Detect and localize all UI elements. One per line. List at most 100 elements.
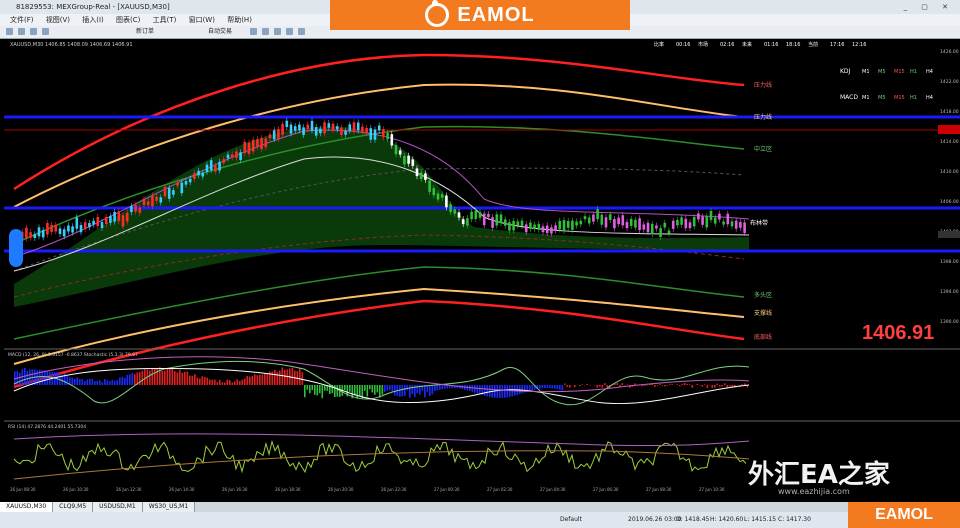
- candle-body: [205, 164, 209, 172]
- macd-bar: [264, 374, 266, 385]
- candle-body: [100, 222, 104, 229]
- zoom-out-icon[interactable]: [298, 28, 305, 35]
- macd-bar: [166, 368, 169, 385]
- autotrading-button[interactable]: 自动交易: [208, 27, 232, 36]
- legend-col: M1: [862, 95, 870, 101]
- line-chart-icon[interactable]: [274, 28, 281, 35]
- macd-bar: [309, 385, 311, 394]
- candle-body: [163, 187, 167, 197]
- macd-bar: [299, 368, 301, 385]
- menu-chart[interactable]: 图表(C): [116, 16, 140, 24]
- tab-usdusd[interactable]: USDUSD,M1: [93, 502, 143, 512]
- macd-bar: [679, 385, 681, 387]
- candle-body: [432, 188, 436, 196]
- time-tick: 26 Jun 22:30: [381, 487, 407, 492]
- candle-body: [445, 195, 448, 208]
- macd-bar: [529, 385, 531, 391]
- macd-bar: [249, 376, 251, 385]
- macd-bar: [661, 385, 664, 386]
- macd-bar: [416, 385, 419, 394]
- candle-body: [680, 217, 683, 225]
- candle-body: [621, 215, 625, 226]
- candle-body: [718, 213, 721, 220]
- candle-body: [739, 222, 742, 228]
- status-close: C: 1417.30: [778, 516, 811, 523]
- macd-bar: [501, 385, 504, 398]
- macd-bar: [714, 385, 716, 388]
- candle-body: [344, 130, 347, 135]
- legend-kdj: KDJ: [840, 68, 851, 75]
- menu-view[interactable]: 视图(V): [46, 16, 70, 24]
- legend-col: M15: [894, 95, 905, 101]
- candle-body: [121, 215, 125, 227]
- zoom-in-icon[interactable]: [286, 28, 293, 35]
- macd-bar: [389, 385, 391, 391]
- macd-bar: [514, 385, 516, 396]
- candle-body: [25, 227, 28, 239]
- macd-bar: [436, 385, 439, 391]
- macd-bar: [241, 379, 244, 385]
- candle-body: [310, 120, 314, 131]
- market-watch-icon[interactable]: [30, 28, 37, 35]
- price-chart[interactable]: XAUUSD,M30 1406.85 1408.09 1406.69 1406.…: [4, 39, 960, 494]
- macd-bar: [706, 385, 709, 388]
- macd-bar: [371, 385, 374, 393]
- candle-body: [726, 213, 730, 225]
- candle-chart-icon[interactable]: [262, 28, 269, 35]
- candle-body: [235, 151, 238, 158]
- macd-bar: [409, 385, 411, 398]
- candle-body: [251, 139, 255, 152]
- window-title: 81829553: MEXGroup-Real - [XAUUSD,M30]: [16, 3, 170, 11]
- menu-file[interactable]: 文件(F): [10, 16, 34, 24]
- scroll-marker[interactable]: [9, 229, 23, 267]
- tab-ws30[interactable]: WS30_US,M1: [142, 502, 196, 512]
- price-tick: 1394.00: [940, 289, 959, 295]
- navigator-icon[interactable]: [42, 28, 49, 35]
- price-tick: 1418.00: [940, 109, 959, 115]
- level-label-bollinger: 布林带: [750, 219, 768, 227]
- status-open: O: 1418.45: [676, 516, 710, 523]
- macd-bar: [586, 383, 589, 385]
- tab-clq9[interactable]: CLQ9,M5: [53, 502, 94, 512]
- level-label-resistance-top: 压力线: [754, 81, 772, 89]
- macd-bar: [301, 372, 304, 385]
- candle-body: [667, 230, 671, 234]
- candle-body: [600, 214, 604, 225]
- macd-bar: [356, 385, 359, 399]
- macd-bar: [199, 378, 201, 385]
- window-controls[interactable]: _ ▢ ✕: [904, 0, 954, 14]
- candle-body: [608, 214, 612, 221]
- candle-body: [625, 221, 629, 229]
- candle-body: [537, 223, 541, 230]
- macd-bar: [109, 381, 111, 385]
- menu-window[interactable]: 窗口(W): [189, 16, 215, 24]
- macd-bar: [311, 385, 314, 391]
- macd-bar: [394, 385, 396, 396]
- menu-help[interactable]: 帮助(H): [227, 16, 252, 24]
- macd-bar: [144, 369, 146, 385]
- candle-body: [201, 172, 205, 177]
- macd-bar: [79, 379, 81, 385]
- candle-body: [373, 129, 377, 140]
- profiles-icon[interactable]: [18, 28, 25, 35]
- candle-body: [743, 222, 746, 234]
- candle-body: [466, 218, 469, 226]
- macd-bar: [696, 383, 699, 385]
- candle-body: [386, 133, 389, 140]
- candle-body: [705, 216, 709, 228]
- macd-bar: [91, 378, 94, 385]
- macd-bar: [551, 385, 554, 389]
- macd-bar: [384, 385, 386, 392]
- menu-insert[interactable]: 插入(I): [82, 16, 104, 24]
- macd-bar: [254, 374, 256, 385]
- candle-body: [634, 219, 637, 228]
- bar-chart-icon[interactable]: [250, 28, 257, 35]
- new-order-button[interactable]: 新订单: [136, 27, 154, 36]
- candle-body: [88, 223, 91, 228]
- tab-xauusd[interactable]: XAUUSD,M30: [0, 502, 54, 512]
- countdown-label: 比率: [654, 41, 664, 48]
- menu-tools[interactable]: 工具(T): [153, 16, 177, 24]
- macd-bar: [271, 371, 274, 385]
- new-chart-icon[interactable]: [6, 28, 13, 35]
- candle-body: [83, 222, 87, 229]
